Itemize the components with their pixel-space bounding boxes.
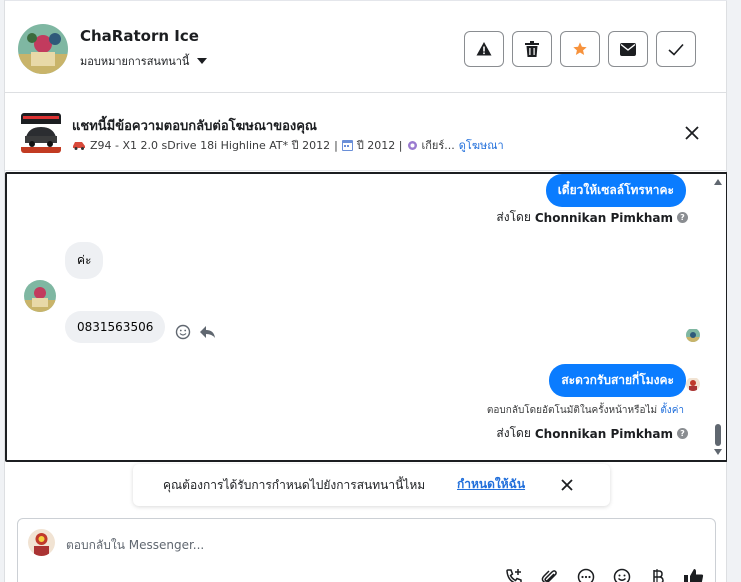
emoji-icon [613,568,631,582]
mark-unread-button[interactable] [608,31,648,67]
ad-sep-1: | [334,138,338,152]
mark-done-button[interactable] [656,31,696,67]
baht-icon [653,569,664,582]
conversation-panel: ChaRatorn Ice มอบหมายการสนทนานี้ แชทนี้ม… [4,0,728,582]
conversation-header: ChaRatorn Ice มอบหมายการสนทนานี้ [5,0,728,93]
car-icon [73,142,85,150]
page-background-edge [727,0,741,582]
sent-by-label: ส่งโดย Chonnikan Pimkham ? [496,208,688,227]
inbox-app: ChaRatorn Ice มอบหมายการสนทนานี้ แชทนี้ม… [0,0,741,582]
header-actions [464,31,696,67]
message-bubble-incoming[interactable]: ค่ะ [65,242,104,279]
message-composer [17,518,716,582]
envelope-icon [620,42,636,56]
close-ad-context-button[interactable] [682,123,702,143]
emoji-react-icon[interactable] [175,324,191,340]
message-actions [175,324,216,340]
emoji-button[interactable] [611,566,633,582]
like-icon [684,569,704,582]
ad-year-text: ปี 2012 | [356,139,403,152]
warning-icon [476,42,492,56]
sent-by-prefix: ส่งโดย [496,426,531,440]
composer-avatar [28,529,55,556]
close-banner-button[interactable] [559,477,575,493]
message-thread[interactable]: เดี๋ยวให้เซลล์โทรหาคะ ส่งโดย Chonnikan P… [5,172,728,462]
contact-avatar-small[interactable] [24,280,56,312]
scrollbar-thumb[interactable] [715,424,721,446]
assign-to-me-link[interactable]: กำหนดให้ฉัน [457,475,525,494]
like-button[interactable] [683,566,705,582]
reply-icon[interactable] [199,324,216,340]
contact-name[interactable]: ChaRatorn Ice [80,27,199,45]
ad-reply-context: แชทนี้มีข้อความตอบกลับต่อโฆษณาของคุณ Z94… [5,93,728,171]
ad-title: แชทนี้มีข้อความตอบกลับต่อโฆษณาของคุณ [72,119,317,134]
ad-model-text: Z94 - X1 2.0 sDrive 18i Highline AT* ปี … [90,139,331,152]
close-icon [561,479,573,491]
payment-button[interactable] [647,566,669,582]
attachment-icon [541,570,557,582]
sent-by-name: Chonnikan Pimkham [534,210,673,225]
auto-reply-settings-link[interactable]: ตั้งค่า [660,405,684,416]
assign-banner: คุณต้องการได้รับการกำหนดไปยังการสนทนานี้… [133,464,610,506]
call-add-icon [506,569,522,582]
call-add-button[interactable] [503,566,525,582]
assign-banner-text: คุณต้องการได้รับการกำหนดไปยังการสนทนานี้… [163,478,426,492]
help-icon[interactable]: ? [677,212,688,223]
star-icon [573,42,587,55]
message-bubble-incoming[interactable]: 0831563506 [65,311,166,343]
trash-icon [525,41,539,57]
thread-scrollbar[interactable] [712,174,724,460]
sent-by-prefix: ส่งโดย [496,210,531,224]
gear-icon [407,140,417,150]
delete-button[interactable] [512,31,552,67]
caret-down-icon[interactable] [197,58,208,64]
message-bubble-outgoing[interactable]: สะดวกรับสายกี่โมงคะ [549,364,686,397]
calendar-icon [341,139,353,151]
close-icon [685,126,699,140]
more-options-button[interactable] [575,566,597,582]
message-bubble-outgoing[interactable]: เดี๋ยวให้เซลล์โทรหาคะ [545,174,686,207]
scroll-up-arrow-icon[interactable] [714,179,722,185]
view-ad-link[interactable]: ดูโฆษณา [459,136,504,154]
sender-avatar [686,377,700,391]
help-icon[interactable]: ? [677,428,688,439]
assign-label: มอบหมายการสนทนานี้ [80,55,190,68]
contact-avatar[interactable] [18,24,68,74]
mark-spam-button[interactable] [464,31,504,67]
auto-reply-text: ตอบกลับโดยอัตโนมัติในครั้งหน้าหรือไม่ [486,405,658,416]
reply-input[interactable] [66,534,626,556]
seen-avatar [686,328,700,342]
sent-by-label: ส่งโดย Chonnikan Pimkham ? [496,424,688,443]
attach-button[interactable] [539,566,561,582]
ad-gear-text: เกียร์... [421,139,455,152]
sent-by-name: Chonnikan Pimkham [534,426,673,441]
scroll-down-arrow-icon[interactable] [714,449,722,455]
assign-dropdown[interactable]: มอบหมายการสนทนานี้ [80,52,208,70]
more-icon [577,568,595,582]
ad-subtitle: Z94 - X1 2.0 sDrive 18i Highline AT* ปี … [72,136,504,154]
auto-reply-note: ตอบกลับโดยอัตโนมัติในครั้งหน้าหรือไม่ ตั… [487,403,684,418]
composer-tools [503,566,705,582]
ad-thumbnail[interactable] [21,113,61,153]
star-button[interactable] [560,31,600,67]
check-icon [668,43,684,56]
